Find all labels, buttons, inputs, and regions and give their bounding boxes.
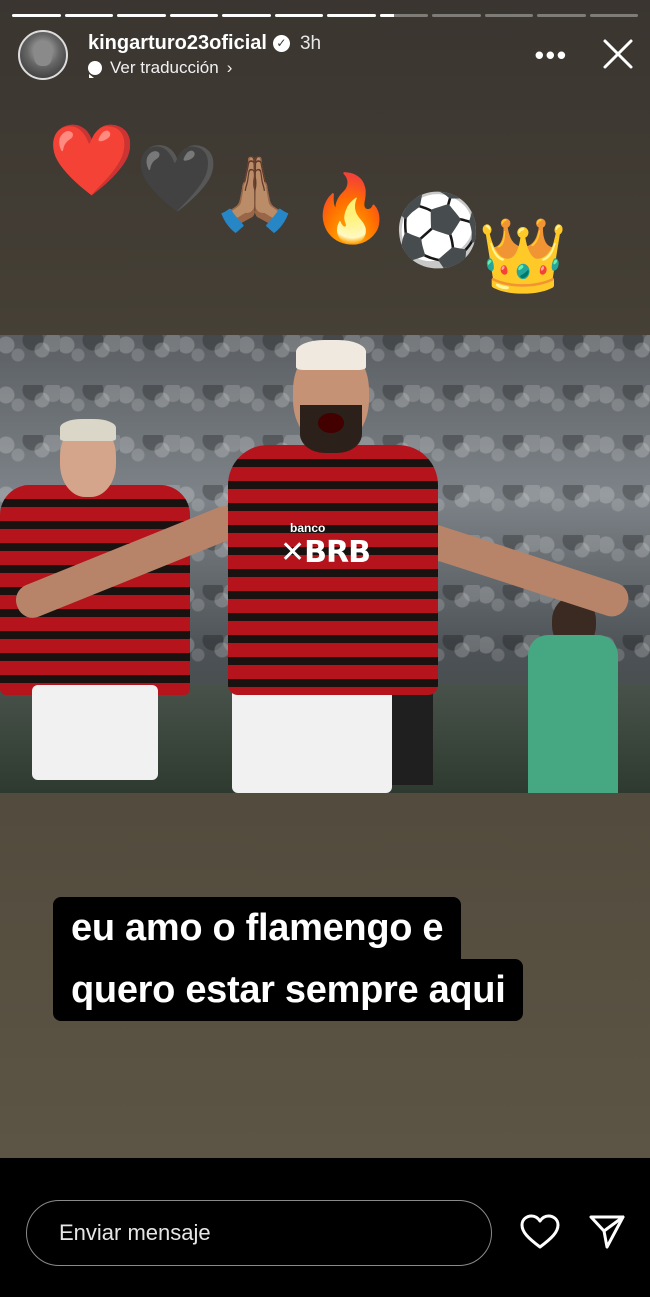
translate-bubble-icon — [88, 61, 102, 78]
time-ago: 3h — [299, 33, 322, 54]
progress-fill — [274, 14, 323, 17]
story-progress-bar — [12, 14, 638, 17]
progress-segment — [537, 14, 586, 17]
progress-segment — [327, 14, 376, 17]
translate-link[interactable]: Ver traducción › — [88, 58, 232, 78]
message-input[interactable] — [26, 1200, 492, 1266]
story-header: kingarturo23oficial ✓ 3h Ver traducción › … — [18, 28, 636, 84]
progress-fill — [169, 14, 218, 17]
caption-line-1: eu amo o flamengo e — [53, 897, 462, 959]
close-icon[interactable] — [600, 36, 636, 72]
username-row[interactable]: kingarturo23oficial ✓ 3h — [88, 32, 321, 55]
username[interactable]: kingarturo23oficial — [88, 32, 267, 54]
progress-fill — [222, 14, 271, 17]
send-icon[interactable] — [588, 1214, 626, 1250]
sponsor-banco-text: banco — [290, 521, 326, 535]
heart-icon[interactable] — [520, 1214, 560, 1250]
progress-fill — [64, 14, 113, 17]
progress-segment — [274, 14, 323, 17]
story-reply-bar — [0, 1158, 650, 1297]
fire-emoji: 🔥 — [310, 171, 393, 245]
progress-fill — [117, 14, 166, 17]
progress-segment — [117, 14, 166, 17]
progress-segment — [484, 14, 533, 17]
avatar[interactable] — [18, 30, 68, 80]
story-caption: eu amo o flamengo e quero estar sempre a… — [53, 897, 524, 1021]
soccer-ball-emoji: ⚽ — [394, 191, 482, 269]
progress-segment — [589, 14, 638, 17]
progress-segment — [222, 14, 271, 17]
red-heart-emoji: ❤️ — [48, 121, 136, 199]
progress-segment — [432, 14, 481, 17]
more-options-icon[interactable]: ••• — [535, 40, 568, 71]
story-photo: banco ✕BRB — [0, 335, 650, 793]
caption-line-2: quero estar sempre aqui — [53, 959, 524, 1021]
translate-label: Ver traducción — [110, 58, 219, 77]
verified-badge-icon: ✓ — [272, 35, 290, 53]
progress-segment — [379, 14, 428, 17]
black-heart-emoji: 🖤 — [136, 141, 219, 215]
sponsor-brb-text: ✕BRB — [280, 535, 371, 570]
story-viewer[interactable]: kingarturo23oficial ✓ 3h Ver traducción › … — [0, 0, 650, 1158]
progress-segment — [169, 14, 218, 17]
praying-hands-emoji: 🙏🏽 — [210, 154, 300, 234]
progress-fill — [12, 14, 61, 17]
progress-segment — [64, 14, 113, 17]
progress-fill — [379, 14, 395, 17]
chevron-right-icon: › — [226, 58, 233, 77]
progress-fill — [327, 14, 376, 17]
crown-emoji: 👑 — [478, 216, 568, 296]
progress-segment — [12, 14, 61, 17]
